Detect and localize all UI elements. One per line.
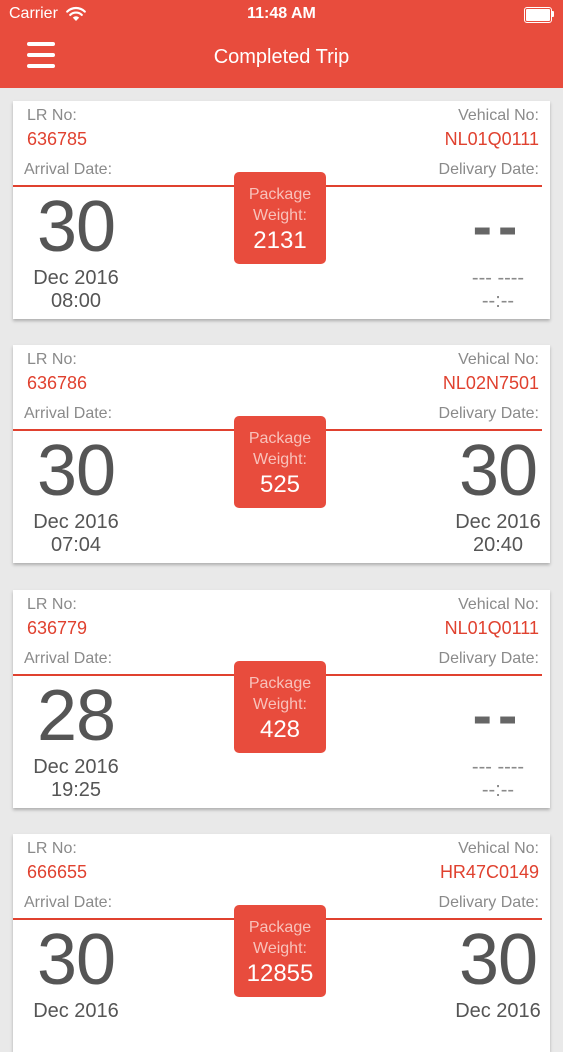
arrival-month-year: Dec 2016 [33, 1000, 119, 1022]
vehicle-no-value: NL01Q0111 [444, 129, 539, 149]
arrival-day: 30 [36, 920, 116, 1000]
arrival-date-label: Arrival Date: [24, 405, 113, 422]
delivery-month-year: Dec 2016 [455, 1000, 541, 1022]
vehicle-no-label: Vehical No: [458, 107, 539, 124]
vehicle-no-value: HR47C0149 [439, 862, 539, 882]
arrival-day: 30 [36, 187, 116, 267]
lr-no-value: 636785 [27, 129, 88, 149]
package-weight-badge: Package Weight: 2131 [234, 172, 326, 264]
package-weight-label: Package Weight: [248, 430, 312, 468]
package-weight-label: Package Weight: [248, 675, 312, 713]
status-bar: Carrier 11:48 AM [0, 0, 563, 30]
delivery-time: --:-- [481, 779, 515, 801]
delivery-date-label: Delivary Date: [438, 894, 539, 911]
package-weight-label: Package Weight: [248, 919, 312, 957]
delivery-day: -- [472, 194, 524, 259]
trip-card[interactable]: LR No: Vehical No: 636779 NL01Q0111 Arri… [13, 590, 550, 808]
package-weight-value: 12855 [246, 960, 314, 987]
lr-no-value: 666655 [27, 862, 88, 882]
trip-card[interactable]: LR No: Vehical No: 666655 HR47C0149 Arri… [13, 834, 550, 1052]
arrival-date-label: Arrival Date: [24, 894, 113, 911]
arrival-month-year: Dec 2016 [33, 756, 119, 778]
delivery-date: -- --- ---- --:-- [428, 678, 563, 802]
delivery-date-label: Delivary Date: [438, 650, 539, 667]
arrival-day: 28 [36, 676, 116, 756]
package-weight-value: 2131 [253, 227, 307, 254]
vehicle-no-value: NL01Q0111 [444, 618, 539, 638]
arrival-date: 28 Dec 2016 19:25 [6, 678, 146, 802]
package-weight-label: Package Weight: [248, 186, 312, 224]
arrival-date-label: Arrival Date: [24, 161, 113, 178]
delivery-month-year: --- ---- [471, 756, 525, 778]
package-weight-badge: Package Weight: 428 [234, 661, 326, 753]
lr-no-value: 636779 [27, 618, 88, 638]
lr-no-label: LR No: [27, 596, 77, 613]
arrival-month-year: Dec 2016 [33, 511, 119, 533]
delivery-date-label: Delivary Date: [438, 405, 539, 422]
delivery-date: 30 Dec 2016 [428, 922, 563, 1022]
delivery-date: 30 Dec 2016 20:40 [428, 433, 563, 557]
arrival-day: 30 [36, 431, 116, 511]
vehicle-no-label: Vehical No: [458, 840, 539, 857]
arrival-month-year: Dec 2016 [33, 267, 119, 289]
clock: 11:48 AM [247, 5, 316, 22]
delivery-month-year: Dec 2016 [455, 511, 541, 533]
header-bar: Carrier 11:48 AM Completed Trip [0, 0, 563, 88]
lr-no-label: LR No: [27, 351, 77, 368]
delivery-time: --:-- [481, 290, 515, 312]
arrival-time: 08:00 [50, 290, 102, 312]
package-weight-badge: Package Weight: 12855 [234, 905, 326, 997]
trip-card[interactable]: LR No: Vehical No: 636786 NL02N7501 Arri… [13, 345, 550, 563]
trip-list: LR No: Vehical No: 636785 NL01Q0111 Arri… [0, 0, 563, 1052]
delivery-month-year: --- ---- [471, 267, 525, 289]
package-weight-value: 428 [259, 716, 301, 743]
arrival-date: 30 Dec 2016 [6, 922, 146, 1022]
arrival-time: 19:25 [50, 779, 102, 801]
delivery-day: 30 [458, 920, 538, 1000]
delivery-day: -- [472, 683, 524, 748]
page-title: Completed Trip [213, 46, 350, 68]
vehicle-no-value: NL02N7501 [442, 373, 539, 393]
vehicle-no-label: Vehical No: [458, 596, 539, 613]
arrival-time: 07:04 [50, 534, 102, 556]
trip-card[interactable]: LR No: Vehical No: 636785 NL01Q0111 Arri… [13, 101, 550, 319]
delivery-time: 20:40 [472, 534, 524, 556]
lr-no-label: LR No: [27, 107, 77, 124]
arrival-date: 30 Dec 2016 07:04 [6, 433, 146, 557]
lr-no-label: LR No: [27, 840, 77, 857]
package-weight-badge: Package Weight: 525 [234, 416, 326, 508]
vehicle-no-label: Vehical No: [458, 351, 539, 368]
arrival-date: 30 Dec 2016 08:00 [6, 189, 146, 313]
arrival-date-label: Arrival Date: [24, 650, 113, 667]
package-weight-value: 525 [259, 471, 301, 498]
delivery-day: 30 [458, 431, 538, 511]
delivery-date: -- --- ---- --:-- [428, 189, 563, 313]
battery-icon [524, 7, 554, 23]
delivery-date-label: Delivary Date: [438, 161, 539, 178]
lr-no-value: 636786 [27, 373, 88, 393]
